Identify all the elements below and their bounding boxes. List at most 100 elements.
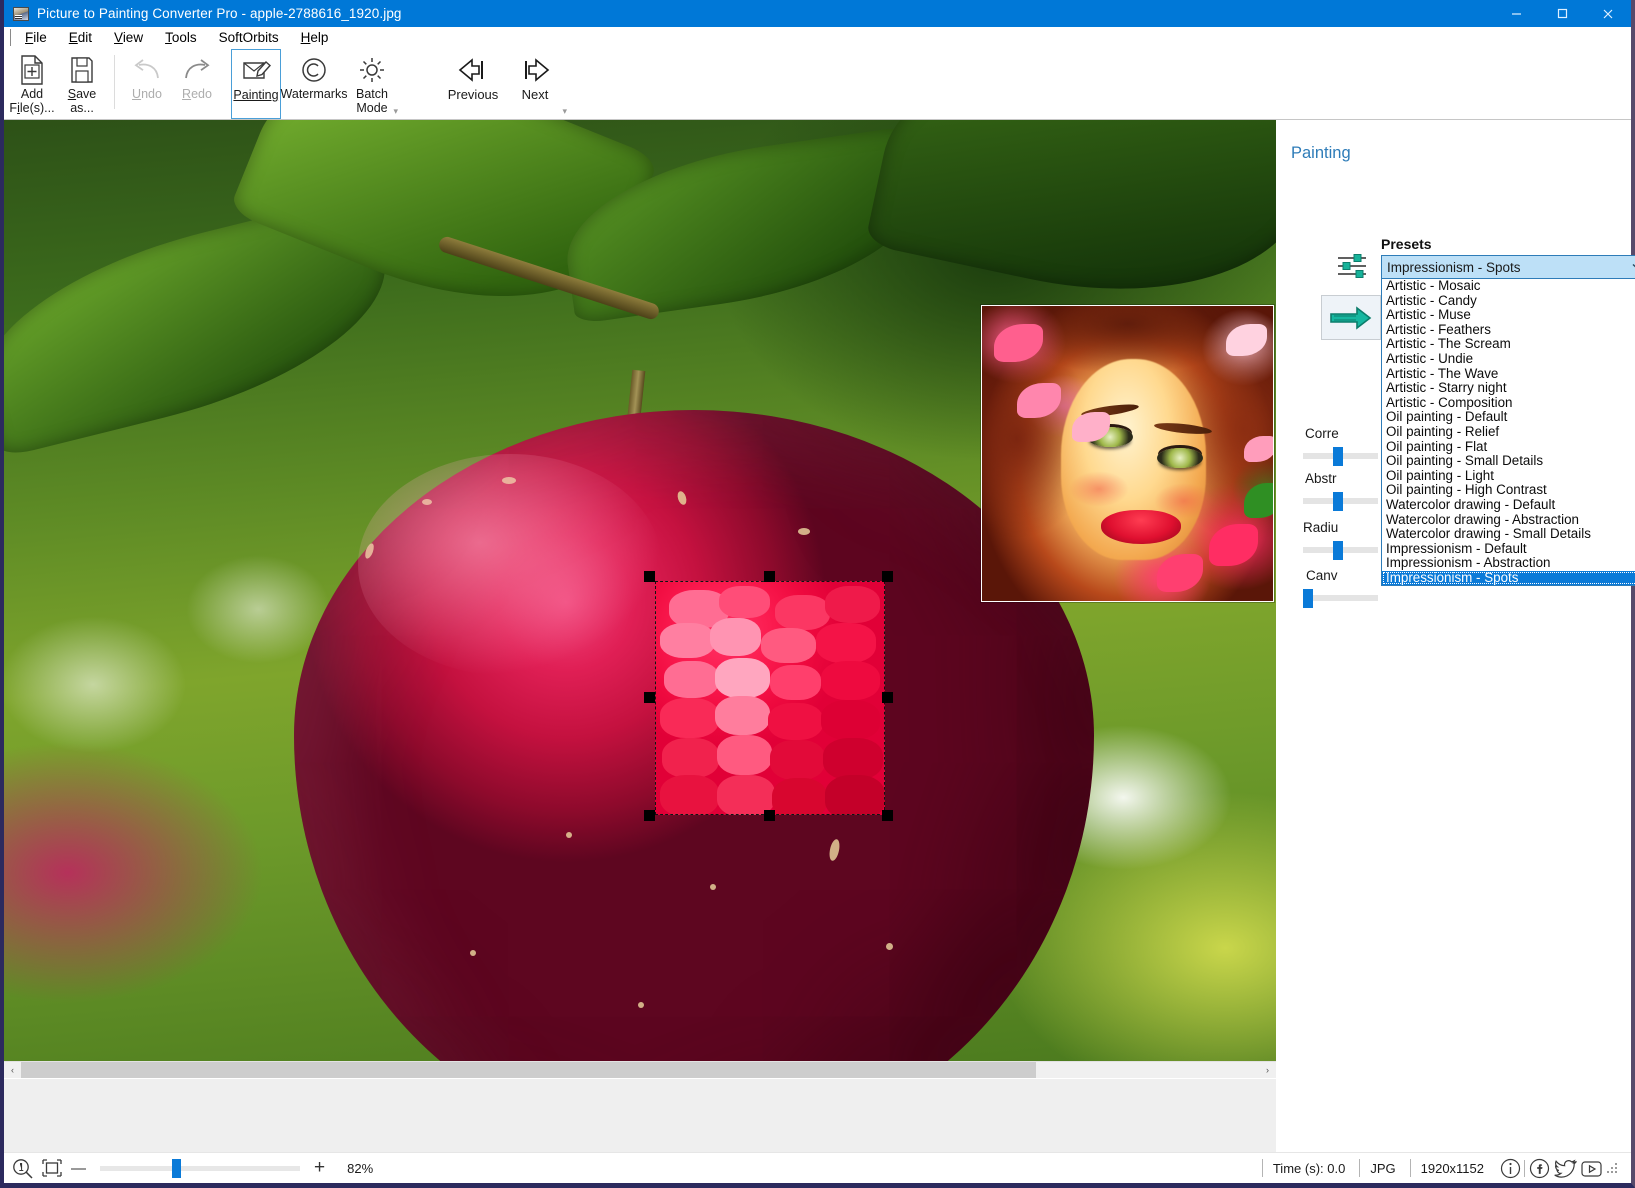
add-files-label: Add File(s)... — [9, 87, 55, 115]
twitter-icon[interactable] — [1553, 1156, 1577, 1180]
selection-handle-w[interactable] — [644, 692, 655, 703]
preset-option[interactable]: Impressionism - Spots — [1382, 570, 1635, 586]
presets-combobox[interactable]: Impressionism - Spots — [1381, 255, 1635, 279]
scroll-left-arrow[interactable]: ‹ — [4, 1062, 21, 1078]
copyright-icon — [300, 53, 328, 86]
scrollbar-track[interactable] — [21, 1062, 1259, 1078]
menu-item-tools[interactable]: Tools — [154, 29, 208, 46]
sliders-icon[interactable] — [1336, 252, 1370, 282]
selection-handle-ne[interactable] — [882, 571, 893, 582]
scroll-right-arrow[interactable]: › — [1259, 1062, 1276, 1078]
presets-selected-value: Impressionism - Spots — [1387, 259, 1521, 275]
preset-option[interactable]: Artistic - Muse — [1382, 308, 1635, 323]
preset-option[interactable]: Artistic - The Scream — [1382, 337, 1635, 352]
preset-option[interactable]: Artistic - Starry night — [1382, 381, 1635, 396]
preset-option[interactable]: Artistic - Feathers — [1382, 322, 1635, 338]
fit-to-window-icon[interactable] — [41, 1158, 63, 1178]
abstraction-slider[interactable] — [1303, 492, 1378, 511]
preset-option[interactable]: Oil painting - High Contrast — [1382, 483, 1635, 498]
preview-thumbnail[interactable] — [981, 305, 1274, 602]
watermarks-button[interactable]: Watermarks — [281, 49, 347, 119]
batch-mode-button[interactable]: Batch Mode — [347, 49, 397, 119]
painting-button[interactable]: Painting — [231, 49, 281, 119]
preset-option[interactable]: Oil painting - Flat — [1382, 439, 1635, 455]
next-button[interactable]: Next — [504, 49, 566, 119]
apply-effect-button[interactable] — [1321, 295, 1381, 340]
menu-item-edit[interactable]: Edit — [58, 29, 103, 46]
zoom-slider[interactable] — [100, 1158, 300, 1178]
resize-grip[interactable] — [1605, 1161, 1619, 1175]
selection-handle-n[interactable] — [764, 571, 775, 582]
presets-dropdown-list[interactable]: Artistic - Mosaic Artistic - Candy Artisti… — [1381, 279, 1635, 587]
close-button[interactable] — [1585, 0, 1631, 27]
preset-option[interactable]: Watercolor drawing - Small Details — [1382, 526, 1635, 542]
preset-option[interactable]: Impressionism - Default — [1382, 541, 1635, 557]
preset-option[interactable]: Artistic - Candy — [1382, 293, 1635, 309]
preset-option[interactable]: Artistic - Undie — [1382, 351, 1635, 367]
zoom-in-button[interactable]: + — [314, 1157, 325, 1179]
thumbnail-lips — [1101, 509, 1182, 544]
info-icon[interactable] — [1498, 1156, 1522, 1180]
selection-handle-sw[interactable] — [644, 810, 655, 821]
preset-option[interactable]: Oil painting - Light — [1382, 468, 1635, 484]
preset-option[interactable]: Oil painting - Default — [1382, 410, 1635, 425]
selection-handle-nw[interactable] — [644, 571, 655, 582]
toolbar-group-modes: Painting Watermarks Batch Mode ▾ — [225, 49, 400, 119]
undo-button[interactable]: Undo — [122, 49, 172, 119]
magnifier-icon[interactable] — [12, 1158, 33, 1179]
previous-label: Previous — [447, 87, 499, 102]
canvas-slider-knob[interactable] — [1303, 589, 1313, 608]
menu-help-rest: elp — [310, 30, 329, 45]
youtube-icon[interactable] — [1579, 1156, 1603, 1180]
preset-option[interactable]: Watercolor drawing - Default — [1382, 497, 1635, 513]
scrollbar-thumb[interactable] — [21, 1062, 1037, 1078]
preset-option[interactable]: Oil painting - Small Details — [1382, 454, 1635, 469]
preset-option[interactable]: Artistic - Composition — [1382, 395, 1635, 411]
save-as-button[interactable]: Save as... — [57, 49, 107, 119]
radius-slider[interactable] — [1303, 541, 1378, 560]
next-arrow-icon — [517, 53, 553, 86]
menu-item-file[interactable]: File — [14, 29, 58, 46]
preset-option[interactable]: Watercolor drawing - Abstraction — [1382, 512, 1635, 528]
status-dimensions: 1920x1152 — [1409, 1159, 1498, 1177]
zoom-out-button[interactable]: — — [71, 1160, 86, 1177]
previous-button[interactable]: Previous — [442, 49, 504, 119]
redo-label: Redo — [182, 87, 212, 101]
preset-option[interactable]: Impressionism - Abstraction — [1382, 556, 1635, 571]
status-icon-divider — [1524, 1159, 1525, 1177]
preset-option[interactable]: Artistic - Mosaic — [1382, 279, 1635, 294]
add-file-icon — [19, 53, 45, 86]
menu-item-help[interactable]: Help — [290, 29, 340, 46]
painting-label: Painting — [233, 88, 279, 102]
selection-handle-e[interactable] — [882, 692, 893, 703]
facebook-icon[interactable] — [1527, 1156, 1551, 1180]
selection-handle-se[interactable] — [882, 810, 893, 821]
canvas-slider[interactable] — [1303, 589, 1378, 608]
zoom-slider-knob[interactable] — [172, 1158, 181, 1178]
abstraction-slider-knob[interactable] — [1333, 492, 1343, 511]
add-files-button[interactable]: Add File(s)... — [7, 49, 57, 119]
correction-label: Corre — [1305, 426, 1339, 441]
image-canvas[interactable] — [4, 120, 1276, 1061]
correction-slider-knob[interactable] — [1333, 447, 1343, 466]
radius-slider-knob[interactable] — [1333, 541, 1343, 560]
maximize-button[interactable] — [1539, 0, 1585, 27]
correction-slider[interactable] — [1303, 447, 1378, 466]
navigation-expander[interactable]: ▾ — [562, 106, 567, 117]
menu-item-softorbits[interactable]: SoftOrbits — [208, 29, 290, 46]
preset-option[interactable]: Oil painting - Relief — [1382, 424, 1635, 440]
selection-handle-s[interactable] — [764, 810, 775, 821]
minimize-button[interactable] — [1493, 0, 1539, 27]
modes-expander[interactable]: ▾ — [393, 106, 398, 117]
preset-option[interactable]: Artistic - The Wave — [1382, 366, 1635, 382]
abstraction-label: Abstr — [1305, 471, 1337, 486]
redo-button[interactable]: Redo — [172, 49, 222, 119]
toolbar-group-file: Add File(s)... Save as... — [4, 49, 110, 119]
painting-icon — [241, 54, 271, 87]
application-window: Picture to Painting Converter Pro - appl… — [0, 0, 1635, 1188]
toolbar-group-history: Undo Redo — [119, 49, 225, 119]
presets-label: Presets — [1381, 236, 1432, 252]
radius-label: Radiu — [1303, 520, 1339, 535]
menu-item-view[interactable]: View — [103, 29, 154, 46]
horizontal-scrollbar[interactable]: ‹ › — [4, 1061, 1276, 1078]
